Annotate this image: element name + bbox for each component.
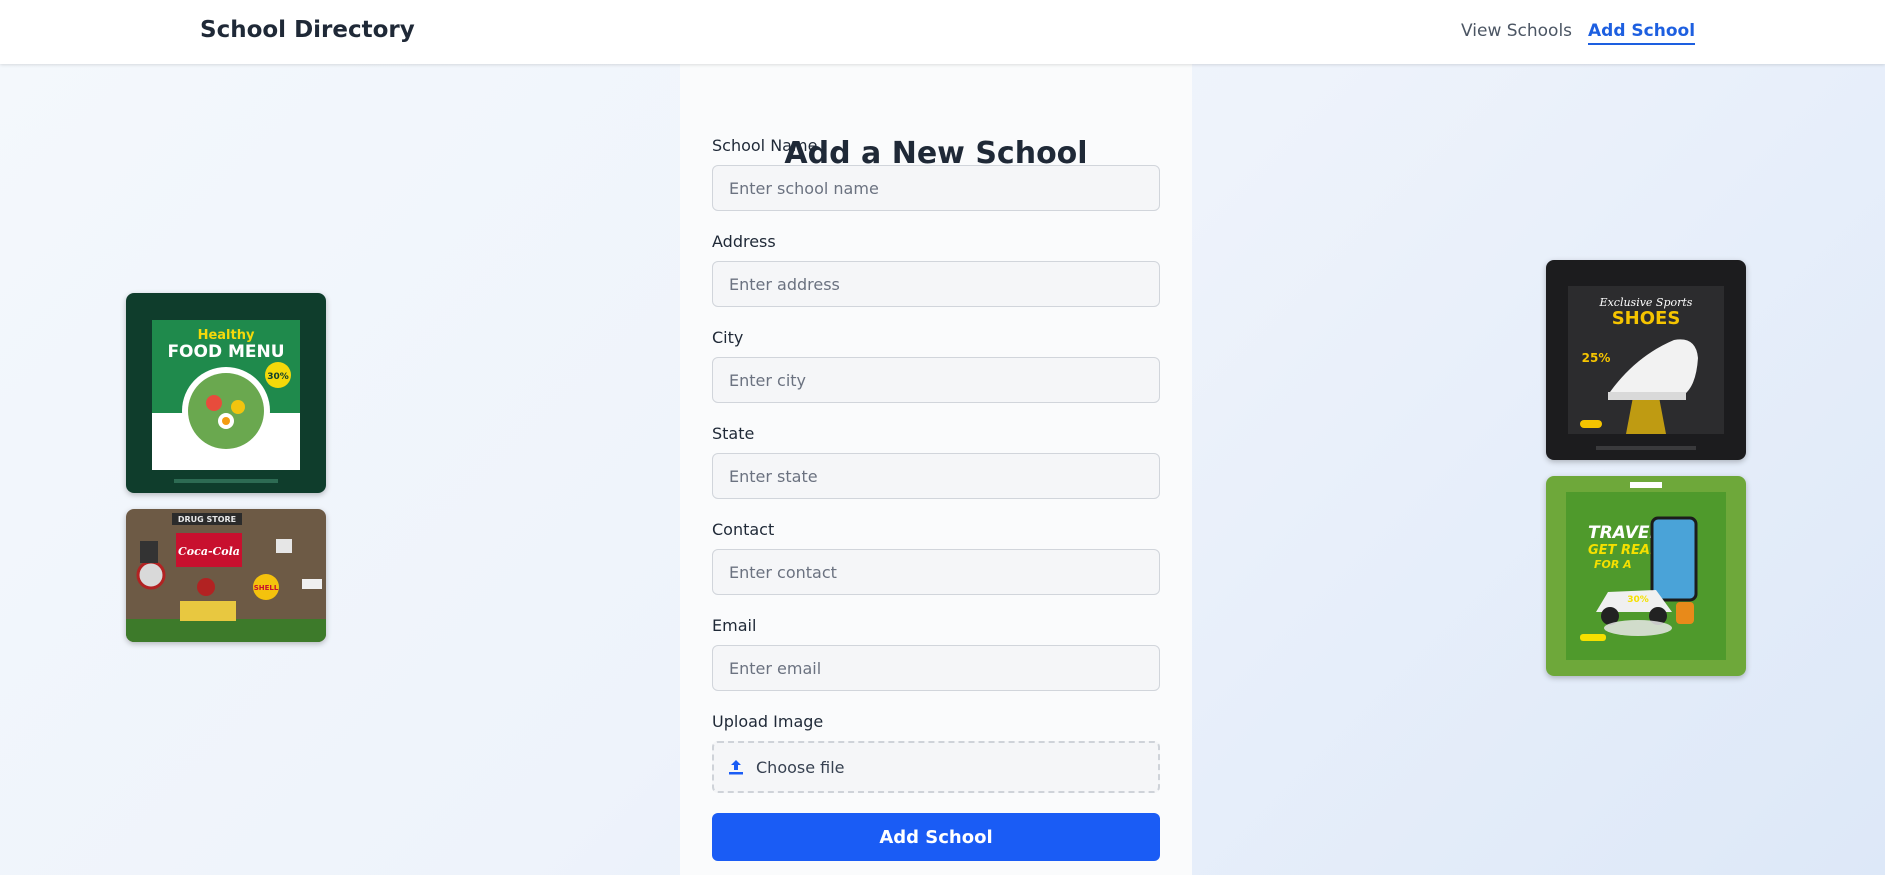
add-school-button[interactable]: Add School xyxy=(712,813,1160,861)
city-label: City xyxy=(712,328,744,347)
city-input[interactable] xyxy=(712,357,1160,403)
drug-store-image: DRUG STORE Coca-Cola SHELL xyxy=(126,509,326,642)
contact-input[interactable] xyxy=(712,549,1160,595)
school-name-label: School Name xyxy=(712,136,818,155)
drug-sign-text: Coca-Cola xyxy=(178,545,240,558)
shoes-title-text: SHOES xyxy=(1612,308,1681,329)
shoes-discount-text: 25% xyxy=(1582,351,1611,365)
contact-label: Contact xyxy=(712,520,775,539)
brand-title[interactable]: School Directory xyxy=(200,17,415,43)
choose-file-text: Choose file xyxy=(756,757,845,777)
email-label: Email xyxy=(712,616,757,635)
travel-promo-image: TRAVEL GET READY FOR A 30% xyxy=(1546,476,1746,676)
file-upload-dropzone[interactable]: Choose file xyxy=(712,741,1160,793)
sports-shoes-image: Exclusive Sports SHOES 25% xyxy=(1546,260,1746,460)
school-name-input[interactable] xyxy=(712,165,1160,211)
food-line1-text: Healthy xyxy=(198,328,255,343)
travel-line3-text: FOR A xyxy=(1594,558,1632,571)
address-input[interactable] xyxy=(712,261,1160,307)
email-input[interactable] xyxy=(712,645,1160,691)
state-label: State xyxy=(712,424,755,443)
navbar: School Directory View Schools Add School xyxy=(0,0,1885,64)
nav-link-view-schools[interactable]: View Schools xyxy=(1461,21,1572,41)
food-menu-image: 30% Healthy FOOD MENU xyxy=(126,293,326,493)
upload-image-label: Upload Image xyxy=(712,712,824,731)
food-line2-text: FOOD MENU xyxy=(167,342,284,362)
nav-link-add-school[interactable]: Add School xyxy=(1588,21,1696,45)
drug-top-text: DRUG STORE xyxy=(178,515,236,524)
address-label: Address xyxy=(712,232,776,251)
travel-line1-text: TRAVEL xyxy=(1588,523,1660,543)
upload-icon xyxy=(729,760,743,775)
food-badge-text: 30% xyxy=(267,372,289,382)
drug-shell-text: SHELL xyxy=(254,584,279,592)
travel-discount-text: 30% xyxy=(1627,595,1649,605)
state-input[interactable] xyxy=(712,453,1160,499)
